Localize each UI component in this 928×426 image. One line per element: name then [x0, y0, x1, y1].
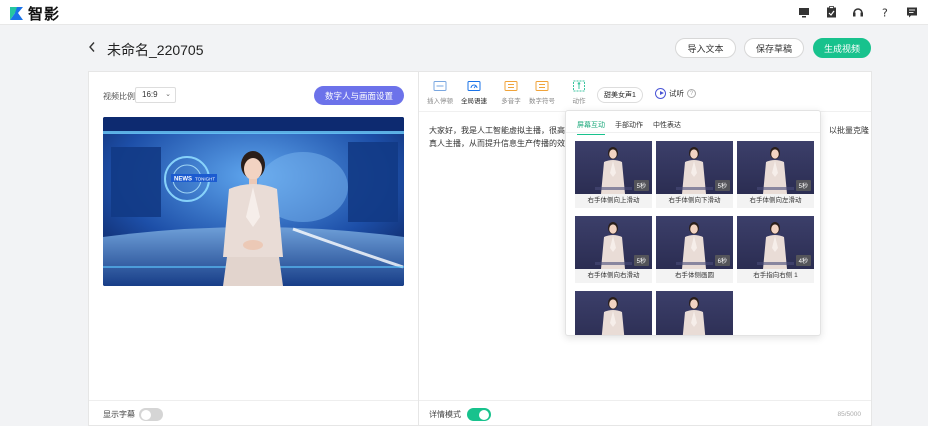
tool-label: 插入停顿 — [427, 98, 453, 105]
generate-video-button[interactable]: 生成视频 — [813, 38, 871, 58]
monitor-icon[interactable] — [796, 4, 812, 20]
action-thumbnail: 5秒 — [737, 141, 814, 194]
insert-pause-tool[interactable]: 插入停顿 — [423, 80, 457, 105]
ratio-value: 16:9 — [142, 90, 158, 99]
page-title[interactable]: 未命名_220705 — [107, 40, 204, 60]
listen-button[interactable]: 试听 ? — [655, 88, 696, 99]
tab-screen-interaction[interactable]: 屏幕互动 — [577, 120, 605, 135]
duration-badge: 5秒 — [795, 180, 811, 191]
action-card[interactable]: 5秒右手体侧向下滑动 — [656, 141, 733, 208]
script-toolbar: 插入停顿 全局语速 多音字 数字符号 动作 甜美女声1 试听 ? — [419, 72, 871, 112]
action-thumbnail: 6秒 — [656, 216, 733, 269]
detail-mode-toggle[interactable] — [467, 408, 491, 421]
action-caption: 右手体侧向下滑动 — [656, 194, 733, 208]
action-card[interactable]: 5秒右手体侧向上滑动 — [575, 141, 652, 208]
detail-mode-label: 详情模式 — [429, 410, 461, 419]
import-text-button[interactable]: 导入文本 — [675, 38, 736, 58]
subtitle-toggle[interactable] — [139, 408, 163, 421]
subtitle-row: 显示字幕 — [89, 400, 418, 426]
app-name: 智影 — [28, 6, 61, 23]
duration-badge: 5秒 — [633, 255, 649, 266]
news-studio-image: NEWS TONIGHT — [103, 117, 404, 286]
top-bar: 智影 ? — [0, 0, 928, 25]
chevron-down-icon: ⌄ — [165, 91, 171, 98]
back-arrow-icon[interactable] — [88, 40, 100, 56]
svg-text:?: ? — [882, 7, 888, 19]
number-symbol-icon — [535, 80, 549, 92]
polyphone-icon — [504, 80, 518, 92]
action-tabs: 屏幕互动 手部动作 中性表达 — [566, 111, 820, 135]
action-caption: 右手体侧画圆 — [656, 269, 733, 283]
number-symbol-tool[interactable]: 数字符号 — [525, 80, 559, 105]
duration-badge: 6秒 — [714, 255, 730, 266]
action-thumbnail — [656, 291, 733, 335]
headset-icon[interactable] — [850, 4, 866, 20]
char-counter: 85/5000 — [837, 411, 862, 418]
play-icon — [655, 88, 666, 99]
subtitle-label: 显示字幕 — [103, 410, 135, 419]
tool-label: 动作 — [572, 98, 586, 105]
speedometer-icon — [467, 80, 481, 92]
message-icon[interactable] — [904, 4, 920, 20]
action-card[interactable]: 6秒右手体侧画圆 — [656, 216, 733, 283]
avatar-settings-button[interactable]: 数字人与画面设置 — [314, 86, 404, 105]
global-speed-tool[interactable]: 全局语速 — [457, 80, 491, 105]
ratio-select[interactable]: 16:9 ⌄ — [135, 87, 176, 103]
action-card[interactable] — [575, 291, 652, 335]
action-caption: 右手指向右侧 1 — [737, 269, 814, 283]
video-preview[interactable]: NEWS TONIGHT — [103, 117, 404, 286]
toggle-knob — [479, 409, 489, 420]
duration-badge: 5秒 — [633, 180, 649, 191]
listen-label: 试听 — [669, 89, 684, 98]
script-line-1-end: 以批量克隆 — [829, 126, 869, 135]
polyphone-tool[interactable]: 多音字 — [494, 80, 528, 105]
pause-insert-icon — [433, 80, 447, 92]
action-thumbnail: 5秒 — [656, 141, 733, 194]
detail-mode-row: 详情模式 85/5000 — [419, 400, 871, 426]
editor-header: 未命名_220705 导入文本 保存草稿 生成视频 — [0, 25, 928, 71]
tool-label: 多音字 — [501, 98, 521, 105]
ratio-label: 视频比例 — [103, 92, 135, 101]
action-thumbnail: 5秒 — [575, 216, 652, 269]
app-logo[interactable]: 智影 — [9, 3, 60, 24]
preview-panel: 视频比例 16:9 ⌄ 数字人与画面设置 NEWS TONIGHT 显示字幕 — [88, 71, 418, 426]
action-card[interactable]: 5秒右手体侧向左滑动 — [737, 141, 814, 208]
tool-label: 数字符号 — [529, 98, 555, 105]
action-thumbnail: 4秒 — [737, 216, 814, 269]
action-thumbnail: 5秒 — [575, 141, 652, 194]
duration-badge: 5秒 — [714, 180, 730, 191]
action-caption: 右手体侧向右滑动 — [575, 269, 652, 283]
tab-neutral-expression[interactable]: 中性表达 — [653, 120, 681, 130]
clipboard-icon[interactable] — [823, 4, 839, 20]
action-caption: 右手体侧向左滑动 — [737, 194, 814, 208]
save-draft-button[interactable]: 保存草稿 — [744, 38, 804, 58]
action-caption: 右手体侧向上滑动 — [575, 194, 652, 208]
logo-icon — [10, 7, 23, 20]
action-tool[interactable]: 动作 — [562, 80, 596, 105]
duration-badge: 4秒 — [795, 255, 811, 266]
help-icon[interactable]: ? — [877, 4, 893, 20]
news-badge-sub: TONIGHT — [195, 177, 215, 182]
tab-hand-motion[interactable]: 手部动作 — [615, 120, 643, 130]
action-thumbnail — [575, 291, 652, 335]
toggle-knob — [141, 409, 151, 420]
action-card[interactable] — [656, 291, 733, 335]
voice-select-button[interactable]: 甜美女声1 — [597, 87, 643, 103]
news-badge-text: NEWS — [174, 177, 192, 183]
action-popup: 屏幕互动 手部动作 中性表达 5秒 右手体侧向上滑动 5秒 右手体侧向下滑动 5秒 右手体… — [565, 110, 821, 336]
action-figure-icon — [572, 80, 586, 92]
action-card[interactable]: 4秒右手指向右侧 1 — [737, 216, 814, 283]
script-line-1: 大家好，我是人工智能虚拟主播，很高兴 — [429, 126, 573, 135]
question-icon[interactable]: ? — [687, 89, 696, 98]
action-card[interactable]: 5秒右手体侧向右滑动 — [575, 216, 652, 283]
tool-label: 全局语速 — [461, 98, 487, 105]
